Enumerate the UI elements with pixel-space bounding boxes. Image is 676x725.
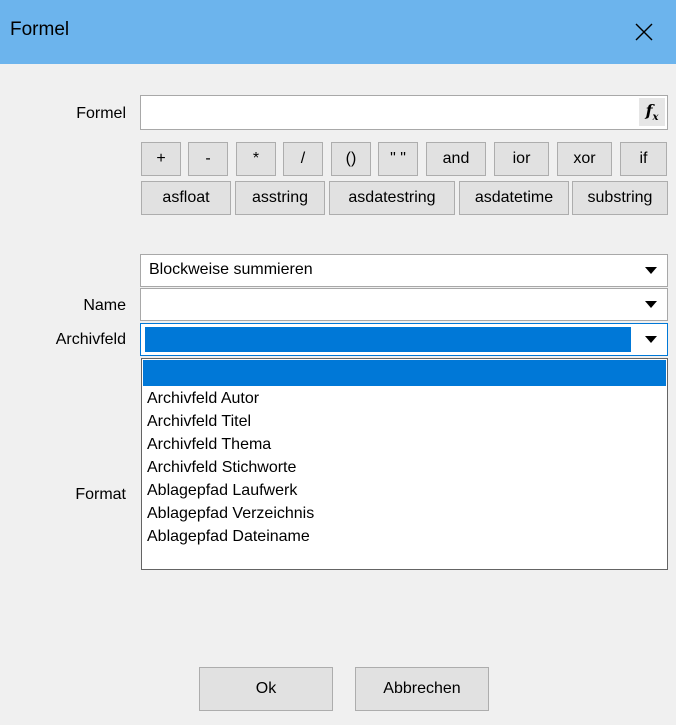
operator-xor-button[interactable]: xor bbox=[557, 142, 612, 176]
name-label: Name bbox=[83, 297, 126, 314]
archivfeld-combo[interactable] bbox=[140, 323, 668, 356]
list-item[interactable]: Archivfeld Stichworte bbox=[142, 456, 667, 479]
ok-button[interactable]: Ok bbox=[199, 667, 333, 711]
list-item[interactable] bbox=[143, 360, 666, 386]
list-item[interactable]: Ablagepfad Verzeichnis bbox=[142, 502, 667, 525]
operator-minus-button[interactable]: - bbox=[188, 142, 228, 176]
function-wizard-button[interactable]: fx bbox=[639, 98, 665, 126]
operator-quotes-button[interactable]: " " bbox=[378, 142, 418, 176]
operator-divide-button[interactable]: / bbox=[283, 142, 323, 176]
cancel-button[interactable]: Abbrechen bbox=[355, 667, 489, 711]
operator-parentheses-button[interactable]: () bbox=[331, 142, 371, 176]
operator-if-button[interactable]: if bbox=[620, 142, 667, 176]
formula-input[interactable]: fx bbox=[140, 95, 668, 130]
function-asfloat-button[interactable]: asfloat bbox=[141, 181, 231, 215]
list-item[interactable]: Ablagepfad Dateiname bbox=[142, 525, 667, 548]
list-item[interactable]: Ablagepfad Laufwerk bbox=[142, 479, 667, 502]
close-button[interactable] bbox=[612, 0, 676, 64]
archivfeld-selection bbox=[144, 326, 632, 353]
chevron-down-icon bbox=[645, 300, 657, 308]
list-item[interactable]: Archivfeld Thema bbox=[142, 433, 667, 456]
format-label: Format bbox=[75, 486, 126, 503]
function-asstring-button[interactable]: asstring bbox=[235, 181, 325, 215]
archivfeld-label: Archivfeld bbox=[55, 331, 126, 348]
operator-ior-button[interactable]: ior bbox=[494, 142, 549, 176]
operator-and-button[interactable]: and bbox=[426, 142, 486, 176]
operator-plus-button[interactable]: + bbox=[141, 142, 181, 176]
title-bar: Formel bbox=[0, 0, 676, 64]
chevron-down-icon bbox=[645, 266, 657, 274]
name-combo[interactable] bbox=[140, 288, 668, 321]
operator-multiply-button[interactable]: * bbox=[236, 142, 276, 176]
name-combo-dropdown[interactable] bbox=[635, 289, 667, 320]
close-icon bbox=[635, 23, 653, 41]
list-item[interactable]: Archivfeld Titel bbox=[142, 410, 667, 433]
list-item[interactable]: Archivfeld Autor bbox=[142, 387, 667, 410]
fx-icon: fx bbox=[645, 100, 659, 124]
function-asdatestring-button[interactable]: asdatestring bbox=[329, 181, 455, 215]
formula-label: Formel bbox=[76, 105, 126, 122]
window-title: Formel bbox=[10, 19, 70, 40]
function-substring-button[interactable]: substring bbox=[572, 181, 668, 215]
mode-combo[interactable]: Blockweise summieren bbox=[140, 254, 668, 287]
archivfeld-combo-dropdown[interactable] bbox=[635, 324, 667, 355]
mode-combo-value: Blockweise summieren bbox=[149, 261, 313, 278]
function-asdatetime-button[interactable]: asdatetime bbox=[459, 181, 569, 215]
mode-combo-dropdown[interactable] bbox=[635, 255, 667, 286]
chevron-down-icon bbox=[645, 335, 657, 343]
archivfeld-dropdown-list: Archivfeld Autor Archivfeld Titel Archiv… bbox=[141, 358, 668, 570]
